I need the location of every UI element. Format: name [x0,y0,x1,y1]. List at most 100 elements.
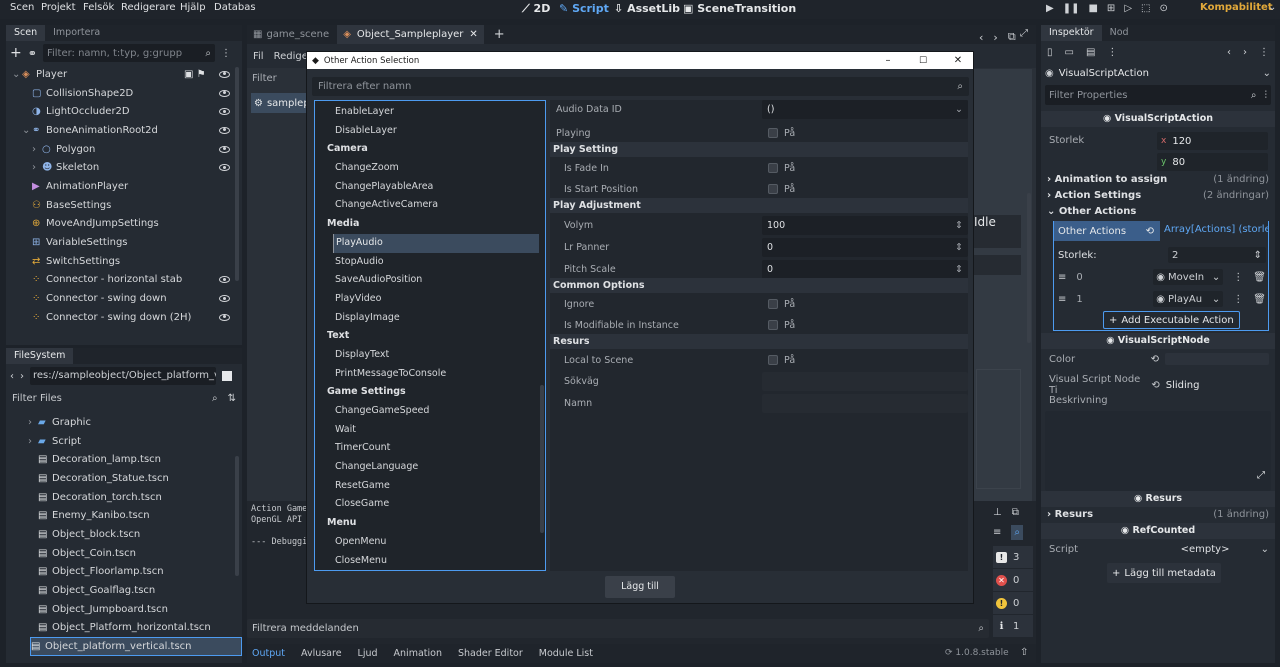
action-item-changegamespeed[interactable]: ChangeGameSpeed [315,402,545,421]
drag-handle-icon[interactable]: ≡ [1058,294,1066,305]
category-menu[interactable]: Menu [315,514,545,533]
menu-projekt[interactable]: Projekt [41,2,76,13]
section-resurs[interactable]: › Resurs (1 ändring) [1047,509,1269,520]
scene-node-collisionshape2d[interactable]: ▢ CollisionShape2D [6,84,242,103]
warnings-count-button[interactable]: ! 0 [993,592,1033,614]
save-icon[interactable]: ▤ [1086,47,1095,58]
scene-node-switchsettings[interactable]: ⇄ SwitchSettings [6,252,242,271]
action-item-saveaudioposition[interactable]: SaveAudioPosition [315,271,545,290]
file-item[interactable]: ▤ Object_Platform_horizontal.tscn [6,619,242,638]
resource-selector[interactable]: ◉ VisualScriptAction ⌄ [1041,63,1275,83]
folder-item[interactable]: › ▰ Graphic [6,413,242,432]
menu-databas[interactable]: Databas [214,2,256,13]
lr-panner-field[interactable]: 0 ⇕ [762,238,968,257]
remote-icon[interactable]: ⊞ [1107,3,1115,14]
is-start-position-checkbox[interactable] [768,184,778,194]
tab-node[interactable]: Nod [1102,25,1137,41]
action-item-changelanguage[interactable]: ChangeLanguage [315,458,545,477]
file-item[interactable]: ▤ Decoration_Statue.tscn [6,469,242,488]
action-item-closegame[interactable]: CloseGame [315,495,545,514]
menu-fil[interactable]: Fil [253,51,264,62]
action-item-resetgame[interactable]: ResetGame [315,477,545,496]
script-field[interactable]: <empty> [1181,544,1261,555]
node-badges-icon[interactable]: ▣ ⚑ [184,69,206,80]
tab-object-sampleplayer[interactable]: ◈ Object_Sampleplayer ✕ [337,25,484,44]
action-item-playvideo[interactable]: PlayVideo [315,290,545,309]
more-icon[interactable]: ⋮ [1233,272,1243,283]
namn-field[interactable] [762,394,968,413]
add-button[interactable]: Lägg till [605,576,675,598]
script-list-item[interactable]: ⚙ samplepl [251,93,312,113]
tab-output[interactable]: Output [252,648,285,659]
action-item-changezoom[interactable]: ChangeZoom [315,159,545,178]
close-icon[interactable]: ✕ [469,29,477,40]
file-item[interactable]: ▤ Enemy_Kanibo.tscn [6,506,242,525]
ignore-checkbox[interactable] [768,299,778,309]
scene-node-lightoccluder2d[interactable]: ◑ LightOccluder2D [6,102,242,121]
size-x-field[interactable]: x 120 [1157,132,1268,150]
path-field[interactable]: res://sampleobject/Object_platform_vert [30,367,216,385]
scene-node-connector-horizontal-stab[interactable]: ⁘ Connector - horizontal stab [6,271,242,290]
file-item[interactable]: ▤ Decoration_lamp.tscn [6,450,242,469]
close-icon[interactable]: ✕ [943,55,973,66]
action-list-scrollbar[interactable] [540,385,544,533]
tab-audio[interactable]: Ljud [358,648,378,659]
maximize-icon[interactable]: ☐ [908,56,938,66]
scene-node-variablesettings[interactable]: ⊞ VariableSettings [6,233,242,252]
expand-arrow-icon[interactable]: ⌄ [22,125,32,136]
sort-icon[interactable]: ⇅ [228,393,236,404]
pitch-scale-field[interactable]: 0 ⇕ [762,260,968,279]
action-item-stopaudio[interactable]: StopAudio [315,253,545,272]
category-game-settings[interactable]: Game Settings [315,383,545,402]
file-item[interactable]: ▤ Object_Coin.tscn [6,544,242,563]
forward-icon[interactable]: › [20,371,24,382]
category-text[interactable]: Text [315,327,545,346]
mode-2d-button[interactable]: ⟋ 2D [522,2,550,16]
category-media[interactable]: Media [315,215,545,234]
tune-icon[interactable]: ⫶ [1265,90,1268,101]
action-item-openmenu[interactable]: OpenMenu [315,533,545,552]
history-forward-icon[interactable]: › [1243,47,1247,58]
next-icon[interactable]: › [993,31,997,44]
fullscreen-icon[interactable]: ⤢ [1020,28,1028,39]
mode-scenetransition-button[interactable]: ▣ SceneTransition [683,2,796,15]
tab-import[interactable]: Importera [45,25,108,41]
scene-scrollbar[interactable] [235,67,239,281]
renderer-select[interactable]: Kompabilitet [1200,2,1273,13]
expand-arrow-icon[interactable]: › [28,436,38,447]
action-item-enablelayer[interactable]: EnableLayer [315,103,545,122]
visibility-eye-icon[interactable] [219,313,230,321]
section-action-settings[interactable]: › Action Settings (2 ändringar) [1047,190,1269,201]
expand-arrow-icon[interactable]: ⌄ [12,69,22,80]
file-item[interactable]: ▤ Object_Goalflag.tscn [6,581,242,600]
folder-item[interactable]: › ▰ Script [6,432,242,451]
menu-hjalp[interactable]: Hjälp [180,2,206,13]
filter-scripts-label[interactable]: Filter Scripts [247,69,307,104]
add-node-icon[interactable]: + [10,45,22,61]
action-item-closemenu[interactable]: CloseMenu [315,552,545,571]
array-size-field[interactable]: 2 ⇕ [1168,247,1266,263]
tab-filesystem[interactable]: FileSystem [6,348,74,364]
files-scrollbar[interactable] [235,456,239,576]
visibility-eye-icon[interactable] [219,164,230,172]
play-scene-icon[interactable]: ▷ [1124,3,1132,14]
new-resource-icon[interactable]: ▯ [1047,47,1053,58]
expand-panel-icon[interactable]: ⇧ [1020,647,1028,658]
menu-felsok[interactable]: Felsök [83,2,114,13]
filter-properties-input[interactable]: Filter Properties ⌕ ⫶ [1045,85,1271,105]
scene-node-skeleton[interactable]: › ☻ Skeleton [6,158,242,177]
action-item-displaytext[interactable]: DisplayText [315,346,545,365]
array-element-1-value[interactable]: ◉ PlayAu ⌄ [1153,291,1224,307]
filter-messages-input[interactable]: Filtrera meddelanden ⌕ [247,619,989,638]
tab-shader-editor[interactable]: Shader Editor [458,648,523,659]
scene-filter-input[interactable]: Filter: namn, t:typ, g:grupp ⌕ [42,44,215,62]
revert-icon[interactable]: ⟲ [1146,226,1154,237]
action-item-changeplayablearea[interactable]: ChangePlayableArea [315,178,545,197]
stop-icon[interactable]: ■ [1088,3,1097,14]
files-filter-input[interactable]: Filter Files [12,393,62,404]
visibility-eye-icon[interactable] [219,145,230,153]
back-icon[interactable]: ‹ [10,371,14,382]
is-modifiable-checkbox[interactable] [768,320,778,330]
pause-icon[interactable]: ❚❚ [1063,3,1080,14]
tab-inspector[interactable]: Inspektör [1041,25,1102,41]
